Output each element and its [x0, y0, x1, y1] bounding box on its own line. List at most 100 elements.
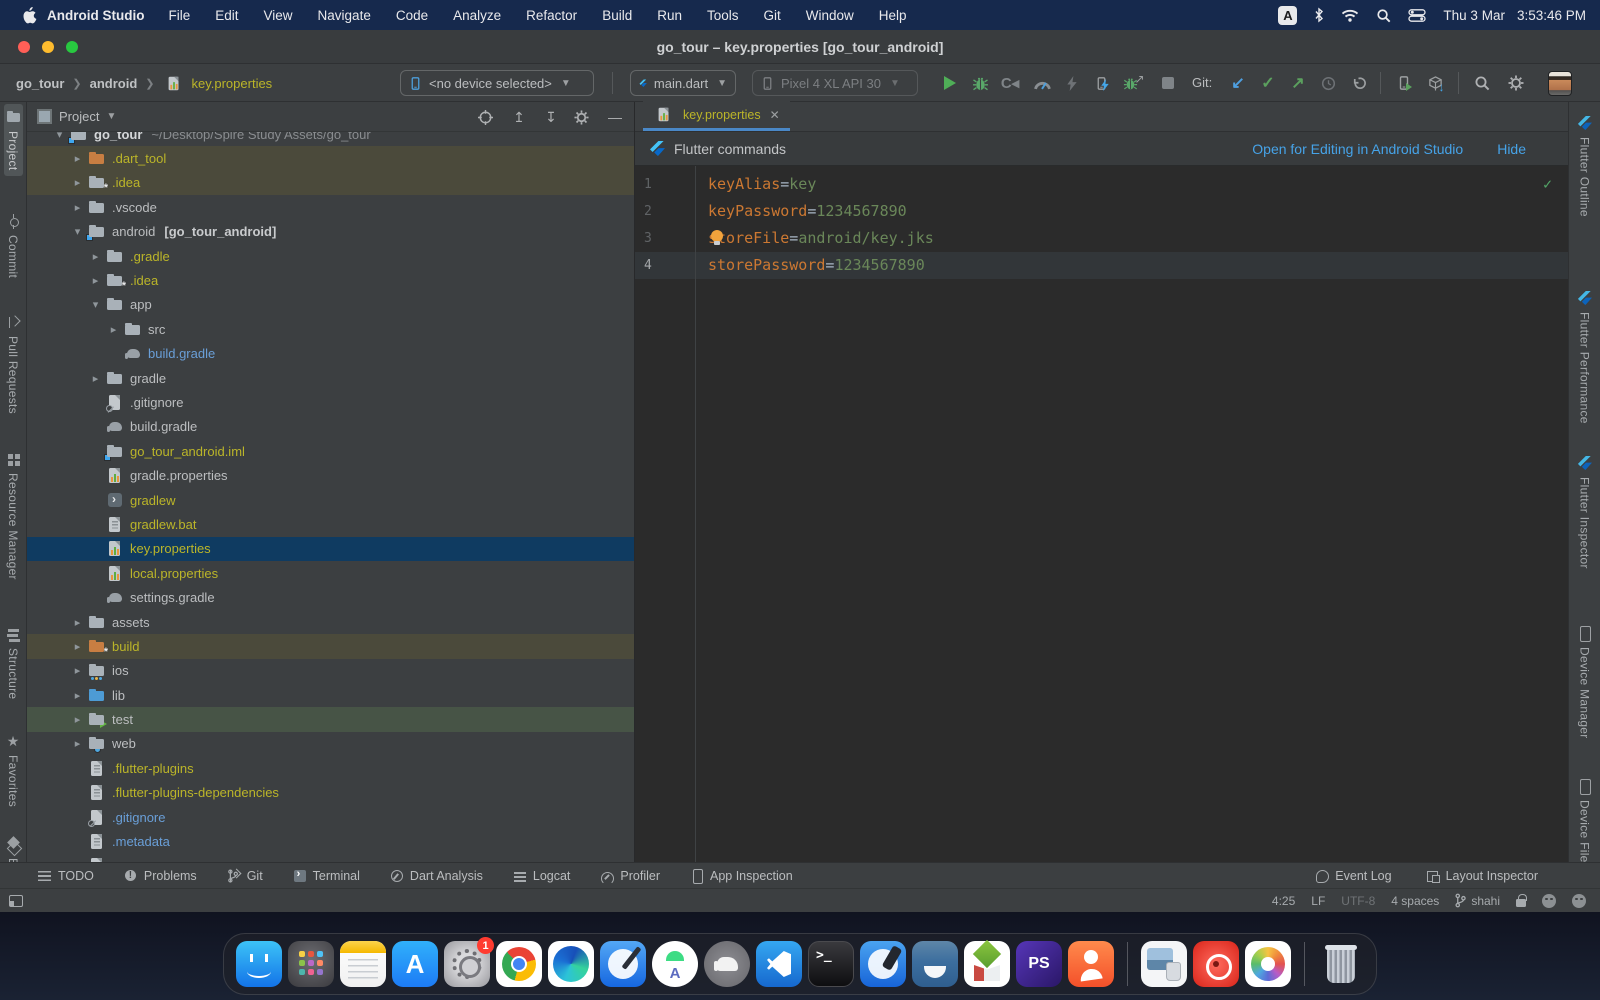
menu-clock[interactable]: Thu 3 Mar3:53:46 PM: [1443, 8, 1586, 23]
tree-row-app[interactable]: ▾app: [27, 293, 634, 317]
bluetooth-icon[interactable]: [1314, 7, 1324, 23]
attach-debugger-button[interactable]: C◂: [998, 72, 1022, 94]
chevron-right-icon[interactable]: ▸: [87, 274, 104, 287]
close-tab-icon[interactable]: ✕: [770, 108, 780, 122]
vscode-dock-icon[interactable]: [756, 941, 802, 987]
mirror-dock-icon[interactable]: [912, 941, 958, 987]
tree-row-src[interactable]: ▸src: [27, 317, 634, 341]
chevron-right-icon[interactable]: ▸: [87, 250, 104, 263]
toolwindow-button-project[interactable]: Project: [4, 104, 23, 176]
inspections-ok-icon[interactable]: ✓: [1543, 175, 1552, 193]
breadcrumb-project[interactable]: go_tour: [16, 76, 64, 91]
tree-row-.flutter-plugins[interactable]: .flutter-plugins: [27, 756, 634, 780]
git-branch-widget[interactable]: shahi: [1455, 893, 1500, 908]
toolwindow-button-dart-analysis[interactable]: Dart Analysis: [390, 869, 483, 883]
toolwindow-button-build-variants[interactable]: Build Variants: [4, 831, 23, 862]
run-button[interactable]: [938, 72, 962, 94]
stop-button[interactable]: [1156, 72, 1180, 94]
menu-item-code[interactable]: Code: [396, 8, 428, 23]
chevron-right-icon[interactable]: ▸: [69, 176, 86, 189]
hot-reload-button[interactable]: [1090, 72, 1114, 94]
user-avatar[interactable]: [1548, 71, 1572, 96]
toolwindow-button-terminal[interactable]: Terminal: [293, 869, 360, 883]
tree-row-local.properties[interactable]: local.properties: [27, 561, 634, 585]
input-source-indicator[interactable]: A: [1278, 6, 1297, 25]
tree-row-gradlew[interactable]: gradlew: [27, 488, 634, 512]
cube-dock-icon[interactable]: [964, 941, 1010, 987]
menu-item-navigate[interactable]: Navigate: [318, 8, 371, 23]
tree-row-.idea[interactable]: ▸*.idea: [27, 171, 634, 195]
code-line-4[interactable]: 4storePassword=1234567890: [635, 252, 1568, 279]
tree-row-build[interactable]: ▸*build: [27, 634, 634, 658]
git-rollback-button[interactable]: [1346, 72, 1370, 94]
breadcrumb-file[interactable]: key.properties: [163, 76, 273, 91]
profiler-button[interactable]: [1030, 72, 1054, 94]
settings-button[interactable]: [1504, 72, 1528, 94]
menu-item-git[interactable]: Git: [764, 8, 781, 23]
hide-panel-button[interactable]: —: [606, 109, 624, 125]
menu-item-window[interactable]: Window: [806, 8, 854, 23]
chevron-down-icon[interactable]: ▾: [87, 298, 104, 311]
chevron-right-icon[interactable]: ▸: [69, 689, 86, 702]
breadcrumb-module[interactable]: android: [90, 76, 138, 91]
chevron-right-icon[interactable]: ▸: [69, 737, 86, 750]
settings-dock-icon[interactable]: 1: [444, 941, 490, 987]
menu-item-help[interactable]: Help: [879, 8, 907, 23]
expand-all-button[interactable]: ↥: [510, 109, 528, 126]
menu-item-run[interactable]: Run: [657, 8, 682, 23]
tree-row-gradlew.bat[interactable]: gradlew.bat: [27, 512, 634, 536]
menu-app-name[interactable]: Android Studio: [47, 8, 144, 23]
intention-bulb-icon[interactable]: [711, 230, 723, 242]
apple-logo-icon[interactable]: [22, 7, 37, 24]
menu-item-tools[interactable]: Tools: [707, 8, 739, 23]
tree-row-.gradle[interactable]: ▸.gradle: [27, 244, 634, 268]
code-line-2[interactable]: 2keyPassword=1234567890: [635, 198, 1568, 225]
trash-dock-icon[interactable]: [1318, 941, 1364, 987]
terminal-dock-icon[interactable]: [808, 941, 854, 987]
tree-row-test[interactable]: ▸test: [27, 707, 634, 731]
toolwindow-button-device-file-explor[interactable]: Device File Explor: [1575, 773, 1594, 862]
tree-row-assets[interactable]: ▸assets: [27, 610, 634, 634]
launchpad-dock-icon[interactable]: [288, 941, 334, 987]
project-panel-title[interactable]: Project: [59, 109, 99, 124]
chevron-down-icon[interactable]: ▾: [51, 132, 68, 141]
locate-file-button[interactable]: [478, 110, 496, 125]
run-config-dropdown[interactable]: main.dart▼: [630, 70, 736, 96]
tree-row-partial[interactable]: [27, 854, 634, 862]
toolwindow-button-todo[interactable]: TODO: [38, 869, 94, 883]
photoshop-dock-icon[interactable]: [1016, 941, 1062, 987]
tree-row-build.gradle[interactable]: build.gradle: [27, 342, 634, 366]
tree-row-.vscode[interactable]: ▸.vscode: [27, 195, 634, 219]
search-everywhere-button[interactable]: [1470, 72, 1494, 94]
git-history-button[interactable]: [1316, 72, 1340, 94]
toolwindow-button-flutter-inspector[interactable]: Flutter Inspector: [1575, 450, 1594, 575]
toolwindow-button-commit[interactable]: Commit: [4, 208, 23, 284]
sdk-manager-button[interactable]: ↓: [1424, 72, 1448, 94]
device-selector-dropdown[interactable]: <no device selected>▼: [400, 70, 594, 96]
toolwindow-button-problems[interactable]: Problems: [124, 869, 197, 883]
git-commit-button[interactable]: ✓: [1256, 72, 1280, 94]
hide-banner-link[interactable]: Hide: [1497, 141, 1526, 157]
target-device-dropdown[interactable]: Pixel 4 XL API 30▼: [752, 70, 918, 96]
toolwindow-button-structure[interactable]: Structure: [4, 621, 23, 705]
code-editor[interactable]: 1keyAlias=key2keyPassword=12345678903sto…: [635, 166, 1568, 862]
open-in-android-studio-link[interactable]: Open for Editing in Android Studio: [1252, 141, 1463, 157]
chevron-right-icon[interactable]: ▸: [69, 616, 86, 629]
toolwindow-button-flutter-performance[interactable]: Flutter Performance: [1575, 285, 1594, 430]
photos-dock-icon[interactable]: [1245, 941, 1291, 987]
chevron-right-icon[interactable]: ▸: [105, 323, 122, 336]
finder-dock-icon[interactable]: [236, 941, 282, 987]
tree-row-gradle.properties[interactable]: gradle.properties: [27, 463, 634, 487]
chevron-right-icon[interactable]: ▸: [69, 152, 86, 165]
toolwindow-button-favorites[interactable]: ★Favorites: [4, 728, 23, 813]
code-line-3[interactable]: 3storeFile=android/key.jks: [635, 225, 1568, 252]
tree-row-.dart_tool[interactable]: ▸.dart_tool: [27, 146, 634, 170]
chevron-right-icon[interactable]: ▸: [69, 201, 86, 214]
tree-row-go_tour_android.iml[interactable]: go_tour_android.iml: [27, 439, 634, 463]
git-push-button[interactable]: ↗: [1286, 72, 1310, 94]
toolwindow-button-pull-requests[interactable]: Pull Requests: [4, 309, 23, 420]
control-center-icon[interactable]: [1408, 9, 1426, 22]
tree-row-lib[interactable]: ▸lib: [27, 683, 634, 707]
menu-item-edit[interactable]: Edit: [215, 8, 238, 23]
toolwindow-button-flutter-outline[interactable]: Flutter Outline: [1575, 110, 1594, 223]
